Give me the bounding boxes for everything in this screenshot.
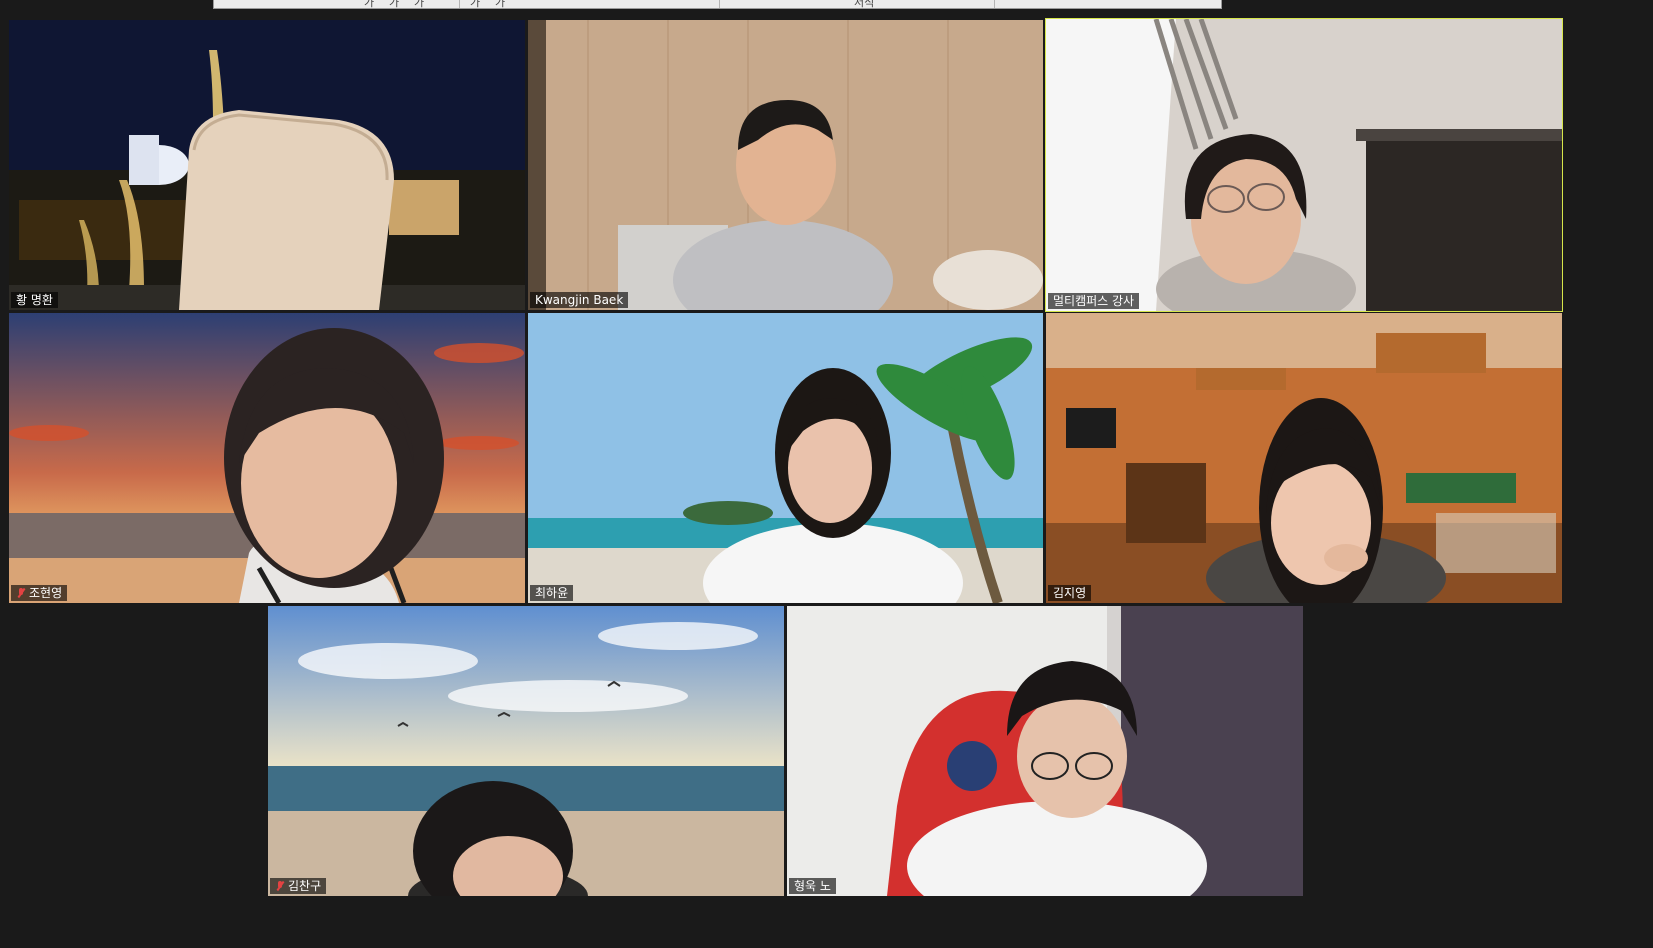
video-tile-6[interactable]: 김지영 <box>1046 313 1562 603</box>
participant-name-tag: 최하윤 <box>530 585 574 601</box>
microphone-muted-icon <box>16 587 26 599</box>
sunset-sea-background <box>9 313 525 603</box>
participant-name-tag: 조현영 <box>11 585 68 601</box>
video-tile-5[interactable]: 최하윤 <box>528 313 1043 603</box>
night-fountain-background <box>9 20 525 310</box>
toolbar-divider <box>994 0 995 8</box>
toolbar-font-btn-2[interactable]: 가 <box>389 0 399 8</box>
bright-room-background <box>1046 19 1562 311</box>
tropical-beach-background <box>528 313 1043 603</box>
document-toolbar-strip: 가 가 가 가 가 서식 <box>213 0 1222 9</box>
participant-name-tag: 멀티캠퍼스 강사 <box>1048 293 1140 309</box>
toolbar-font-btn-5[interactable]: 가 <box>495 0 505 8</box>
video-tile-3[interactable]: 멀티캠퍼스 강사 <box>1045 18 1563 312</box>
participant-name: 김지영 <box>1053 586 1087 600</box>
participant-name-tag: 형욱 노 <box>789 878 836 894</box>
video-tile-4[interactable]: 조현영 <box>9 313 525 603</box>
sunrise-beach-background <box>268 606 784 896</box>
participant-name-tag: Kwangjin Baek <box>530 292 629 308</box>
toolbar-font-btn-4[interactable]: 가 <box>470 0 480 8</box>
participant-name: 멀티캠퍼스 강사 <box>1053 294 1135 308</box>
participant-name: 형욱 노 <box>794 879 831 893</box>
toolbar-format-menu[interactable]: 서식 <box>854 0 874 8</box>
participant-name-tag: 김지영 <box>1048 585 1092 601</box>
participant-name-tag: 김찬구 <box>270 878 327 894</box>
microphone-muted-icon <box>275 880 285 892</box>
toolbar-font-btn-1[interactable]: 가 <box>364 0 374 8</box>
participant-name: 조현영 <box>29 586 63 600</box>
toolbar-divider <box>459 0 460 8</box>
participant-name-tag: 황 명환 <box>11 292 58 308</box>
video-tile-8[interactable]: 형욱 노 <box>787 606 1303 896</box>
wood-room-background <box>528 20 1043 310</box>
billiard-room-background <box>1046 313 1562 603</box>
participant-name: 황 명환 <box>16 293 53 307</box>
participant-name: 최하윤 <box>535 586 569 600</box>
participant-name: Kwangjin Baek <box>535 293 624 307</box>
participant-name: 김찬구 <box>288 879 322 893</box>
video-tile-2[interactable]: Kwangjin Baek <box>528 20 1043 310</box>
gaming-room-background <box>787 606 1303 896</box>
toolbar-font-btn-3[interactable]: 가 <box>414 0 424 8</box>
video-tile-7[interactable]: 김찬구 <box>268 606 784 896</box>
toolbar-divider <box>719 0 720 8</box>
video-tile-1[interactable]: 황 명환 <box>9 20 525 310</box>
